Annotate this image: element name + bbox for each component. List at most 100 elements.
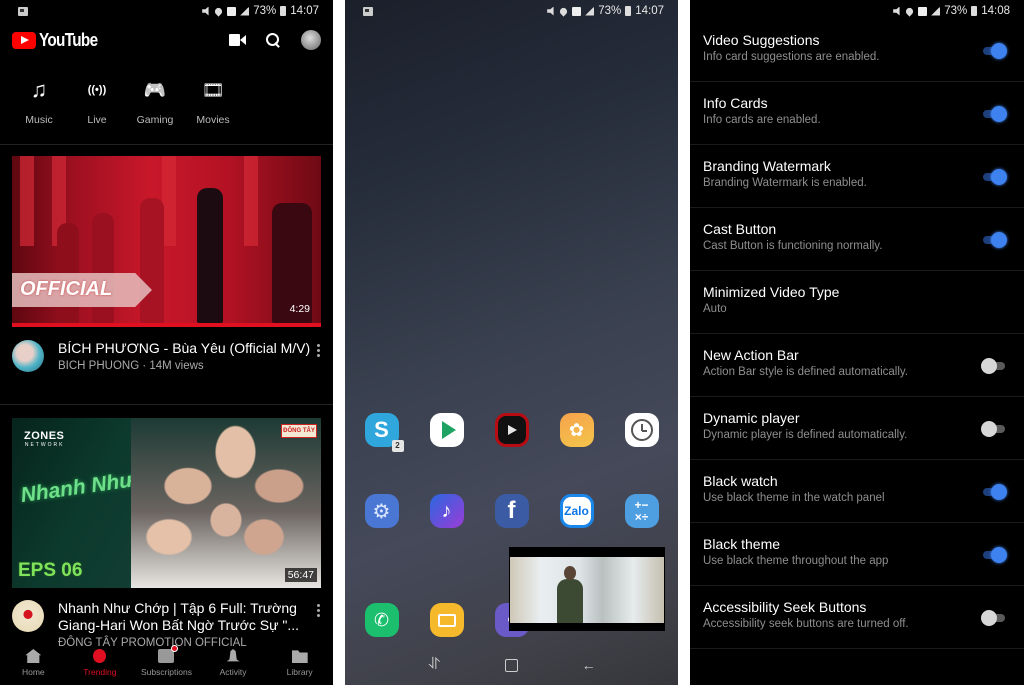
nav-trending[interactable]: Trending	[67, 647, 134, 685]
setting-row[interactable]: Minimized Video Type Auto	[690, 271, 1024, 334]
nav-label: Subscriptions	[140, 667, 192, 677]
battery-icon	[280, 6, 287, 16]
toggle-thumb	[991, 547, 1007, 563]
setting-subtitle: Action Bar style is defined automaticall…	[703, 366, 908, 378]
zalo-icon: Zalo	[564, 504, 589, 518]
setting-row[interactable]: New Action Bar Action Bar style is define…	[690, 334, 1024, 397]
setting-title: Branding Watermark	[703, 158, 831, 174]
gamepad-icon: 🎮	[143, 80, 167, 100]
app-calculator[interactable]: +− ×÷	[624, 494, 659, 528]
app-gallery[interactable]: ✿	[559, 413, 594, 447]
screenshot-notification-icon	[363, 6, 373, 16]
more-options-icon[interactable]	[311, 600, 325, 649]
app-phone[interactable]: ✆	[364, 603, 399, 637]
clock-icon	[630, 419, 653, 441]
toggle-switch[interactable]	[981, 43, 1007, 59]
divider	[0, 404, 333, 405]
app-settings[interactable]: ⚙	[364, 494, 399, 528]
battery-icon	[625, 6, 632, 16]
phone-icon: ✆	[373, 609, 390, 630]
toggle-thumb	[991, 169, 1007, 185]
toggle-switch[interactable]	[981, 232, 1007, 248]
facebook-icon: f	[507, 497, 516, 524]
subscriptions-icon	[158, 645, 179, 663]
channel-avatar[interactable]	[12, 340, 44, 372]
category-live[interactable]: ((•)) Live	[68, 76, 126, 140]
video-title[interactable]: BÍCH PHƯƠNG - Bùa Yêu (Official M/V)	[58, 340, 311, 357]
setting-title: Black theme	[703, 536, 781, 552]
avatar[interactable]	[301, 30, 321, 50]
channel-avatar[interactable]	[12, 600, 44, 632]
battery-percent: 73%	[598, 5, 622, 17]
music-note-icon: ♪	[441, 499, 452, 522]
nav-activity[interactable]: Activity	[200, 647, 267, 685]
skype-icon: S	[374, 417, 389, 442]
toggle-switch[interactable]	[981, 484, 1007, 500]
category-label: Gaming	[136, 114, 174, 126]
setting-row[interactable]: Cast Button Cast Button is functioning no…	[690, 208, 1024, 271]
setting-row[interactable]: Video Suggestions Info card suggestions a…	[690, 19, 1024, 82]
toggle-switch[interactable]	[981, 106, 1007, 122]
app-zalo[interactable]: Zalo	[559, 494, 594, 528]
thumbnail-art	[20, 156, 34, 246]
toggle-switch[interactable]	[981, 169, 1007, 185]
setting-title: Accessibility Seek Buttons	[703, 599, 867, 615]
thumbnail-figure	[197, 188, 223, 323]
app-play-store[interactable]	[429, 413, 464, 447]
category-movies[interactable]: 🎞 Movies	[184, 76, 242, 140]
mute-icon	[202, 6, 209, 16]
camera-icon[interactable]	[229, 34, 246, 46]
setting-row[interactable]: Black watch Use black theme in the watch …	[690, 460, 1024, 523]
home-button-icon[interactable]	[504, 658, 518, 672]
video-info[interactable]: Nhanh Như Chớp | Tập 6 Full: Trường Gian…	[12, 600, 325, 649]
video-thumbnail[interactable]: OFFICIAL 4:29	[12, 156, 321, 327]
mute-icon	[893, 6, 900, 16]
status-bar: 73% 14:07	[345, 0, 678, 22]
app-skype[interactable]: S 2	[364, 413, 404, 452]
setting-subtitle: Use black theme throughout the app	[703, 555, 889, 567]
nav-home[interactable]: Home	[0, 647, 67, 685]
minimized-video-player[interactable]	[509, 547, 665, 631]
toggle-switch[interactable]	[981, 547, 1007, 563]
category-music[interactable]: ♫ Music	[10, 76, 68, 140]
toggle-thumb	[991, 484, 1007, 500]
setting-row[interactable]: Dynamic player Dynamic player is defined …	[690, 397, 1024, 460]
signal-icon	[585, 6, 595, 16]
back-arrow-icon[interactable]: ←	[581, 658, 597, 672]
app-youtube-vanced[interactable]	[494, 413, 529, 447]
app-row: S 2 ✿	[345, 413, 678, 452]
nav-label: Trending	[83, 667, 117, 677]
toggle-switch[interactable]	[981, 610, 1007, 626]
network-logo: ZONES NETWORK	[24, 430, 64, 448]
app-clock[interactable]	[624, 413, 659, 447]
video-channel-views: BICH PHUONG · 14M views	[58, 360, 204, 372]
category-gaming[interactable]: 🎮 Gaming	[126, 76, 184, 140]
app-facebook[interactable]: f	[494, 494, 529, 528]
youtube-play-icon	[12, 31, 36, 49]
setting-row[interactable]: Info Cards Info cards are enabled.	[690, 82, 1024, 145]
recents-icon[interactable]: ⥯	[426, 657, 442, 673]
video-thumbnail[interactable]: ZONES NETWORK Nhanh Như Chớp ĐÔNG TÂY EP…	[12, 418, 321, 588]
setting-row[interactable]: Black theme Use black theme throughout th…	[690, 523, 1024, 586]
nav-subscriptions[interactable]: Subscriptions	[133, 645, 200, 685]
toggle-thumb	[991, 43, 1007, 59]
setting-row[interactable]: Branding Watermark Branding Watermark is …	[690, 145, 1024, 208]
setting-subtitle: Dynamic player is defined automatically.	[703, 429, 908, 441]
app-samsung-music[interactable]: ♪	[429, 494, 464, 528]
network-logo-text: ZONES	[24, 430, 65, 442]
app-messages[interactable]	[429, 603, 464, 637]
setting-title: Dynamic player	[703, 410, 800, 426]
toggle-switch[interactable]	[981, 421, 1007, 437]
video-title[interactable]: Nhanh Như Chớp | Tập 6 Full: Trường Gian…	[58, 600, 311, 634]
home-icon	[25, 649, 42, 663]
nav-library[interactable]: Library	[266, 647, 333, 685]
thumbnail-figure	[140, 198, 164, 323]
more-options-icon[interactable]	[311, 340, 325, 372]
video-info[interactable]: BÍCH PHƯƠNG - Bùa Yêu (Official M/V) BIC…	[12, 340, 325, 372]
toggle-switch[interactable]	[981, 358, 1007, 374]
play-store-icon	[441, 421, 456, 439]
search-icon[interactable]	[266, 32, 281, 48]
setting-row[interactable]: Accessibility Seek Buttons Accessibility …	[690, 586, 1024, 649]
youtube-logo[interactable]: YouTube	[12, 30, 108, 51]
screenshot-notification-icon	[18, 6, 28, 16]
